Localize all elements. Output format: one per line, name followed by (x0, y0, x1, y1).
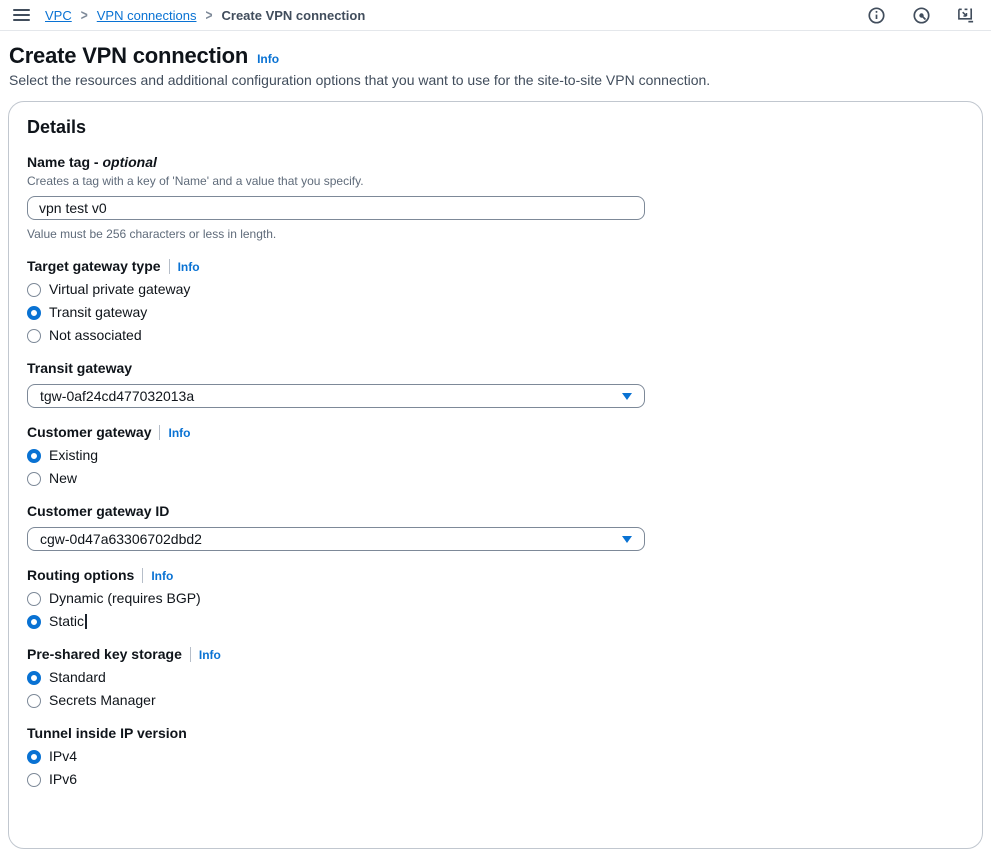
radio-label[interactable]: Standard (49, 669, 106, 686)
radio-option-static[interactable]: Static (27, 613, 964, 630)
breadcrumb-separator-icon: > (205, 7, 212, 24)
target-gateway-type-field: Target gateway type Info Virtual private… (27, 258, 964, 344)
radio-option-virtual-private-gateway[interactable]: Virtual private gateway (27, 281, 964, 298)
radio-label[interactable]: Secrets Manager (49, 692, 156, 709)
radio-button[interactable] (27, 671, 41, 685)
radio-label[interactable]: IPv6 (49, 771, 77, 788)
radio-label[interactable]: IPv4 (49, 748, 77, 765)
page-header: Create VPN connection Info Select the re… (0, 31, 991, 89)
radio-button[interactable] (27, 773, 41, 787)
radio-button[interactable] (27, 615, 41, 629)
label-divider (169, 259, 170, 274)
breadcrumb-link-vpn-connections[interactable]: VPN connections (97, 8, 197, 23)
radio-label[interactable]: Existing (49, 447, 98, 464)
radio-button[interactable] (27, 329, 41, 343)
radio-label[interactable]: Dynamic (requires BGP) (49, 590, 201, 607)
radio-button[interactable] (27, 592, 41, 606)
radio-button[interactable] (27, 449, 41, 463)
name-tag-field: Name tag - optional Creates a tag with a… (27, 154, 964, 242)
radio-label[interactable]: New (49, 470, 77, 487)
transit-gateway-selected-value: tgw-0af24cd477032013a (40, 388, 194, 404)
page-title: Create VPN connection (9, 44, 248, 68)
details-heading: Details (27, 117, 964, 138)
caret-down-icon (622, 393, 632, 400)
radio-button[interactable] (27, 472, 41, 486)
routing-options-info-link[interactable]: Info (151, 569, 173, 583)
breadcrumb-separator-icon: > (81, 7, 88, 24)
breadcrumb: VPC > VPN connections > Create VPN conne… (45, 8, 365, 23)
transit-gateway-label: Transit gateway (27, 360, 132, 377)
name-tag-description: Creates a tag with a key of 'Name' and a… (27, 174, 964, 189)
radio-button[interactable] (27, 306, 41, 320)
preshared-key-storage-info-link[interactable]: Info (199, 648, 221, 662)
text-cursor (85, 614, 87, 629)
radio-button[interactable] (27, 750, 41, 764)
name-tag-input[interactable] (27, 196, 645, 220)
routing-options-field: Routing options Info Dynamic (requires B… (27, 567, 964, 630)
topbar-icon-group (867, 6, 975, 24)
customer-gateway-info-link[interactable]: Info (168, 426, 190, 440)
radio-option-ipv6[interactable]: IPv6 (27, 771, 964, 788)
gear-icon[interactable] (912, 6, 930, 24)
transit-gateway-field: Transit gateway tgw-0af24cd477032013a (27, 360, 964, 408)
terminal-window-icon[interactable] (957, 6, 975, 24)
radio-option-secrets-manager[interactable]: Secrets Manager (27, 692, 964, 709)
customer-gateway-field: Customer gateway Info Existing New (27, 424, 964, 487)
label-divider (190, 647, 191, 662)
radio-label[interactable]: Static (49, 613, 84, 630)
name-tag-constraint: Value must be 256 characters or less in … (27, 227, 964, 242)
preshared-key-storage-field: Pre-shared key storage Info Standard Sec… (27, 646, 964, 709)
radio-option-ipv4[interactable]: IPv4 (27, 748, 964, 765)
tunnel-inside-ip-version-field: Tunnel inside IP version IPv4 IPv6 (27, 725, 964, 788)
customer-gateway-label: Customer gateway (27, 424, 151, 441)
target-gateway-type-label: Target gateway type (27, 258, 161, 275)
breadcrumb-current-page: Create VPN connection (222, 8, 366, 23)
radio-option-not-associated[interactable]: Not associated (27, 327, 964, 344)
page-subtitle: Select the resources and additional conf… (9, 72, 983, 89)
radio-button[interactable] (27, 283, 41, 297)
radio-option-transit-gateway[interactable]: Transit gateway (27, 304, 964, 321)
preshared-key-storage-label: Pre-shared key storage (27, 646, 182, 663)
radio-button[interactable] (27, 694, 41, 708)
top-navigation-bar: VPC > VPN connections > Create VPN conne… (0, 0, 991, 31)
customer-gateway-id-field: Customer gateway ID cgw-0d47a63306702dbd… (27, 503, 964, 551)
label-divider (142, 568, 143, 583)
radio-option-new[interactable]: New (27, 470, 964, 487)
breadcrumb-link-vpc[interactable]: VPC (45, 8, 72, 23)
tunnel-inside-ip-version-label: Tunnel inside IP version (27, 725, 187, 742)
page-title-info-link[interactable]: Info (257, 52, 279, 66)
transit-gateway-select[interactable]: tgw-0af24cd477032013a (27, 384, 645, 408)
radio-option-existing[interactable]: Existing (27, 447, 964, 464)
radio-label[interactable]: Virtual private gateway (49, 281, 190, 298)
customer-gateway-id-selected-value: cgw-0d47a63306702dbd2 (40, 531, 202, 547)
target-gateway-type-info-link[interactable]: Info (178, 260, 200, 274)
radio-label[interactable]: Not associated (49, 327, 142, 344)
optional-label: optional (102, 154, 156, 170)
caret-down-icon (622, 536, 632, 543)
name-tag-label: Name tag - optional (27, 154, 157, 171)
info-circle-icon[interactable] (867, 6, 885, 24)
radio-option-dynamic[interactable]: Dynamic (requires BGP) (27, 590, 964, 607)
label-divider (159, 425, 160, 440)
customer-gateway-id-select[interactable]: cgw-0d47a63306702dbd2 (27, 527, 645, 551)
radio-option-standard[interactable]: Standard (27, 669, 964, 686)
customer-gateway-id-label: Customer gateway ID (27, 503, 169, 520)
hamburger-menu-icon[interactable] (13, 9, 30, 21)
radio-label[interactable]: Transit gateway (49, 304, 147, 321)
routing-options-label: Routing options (27, 567, 134, 584)
